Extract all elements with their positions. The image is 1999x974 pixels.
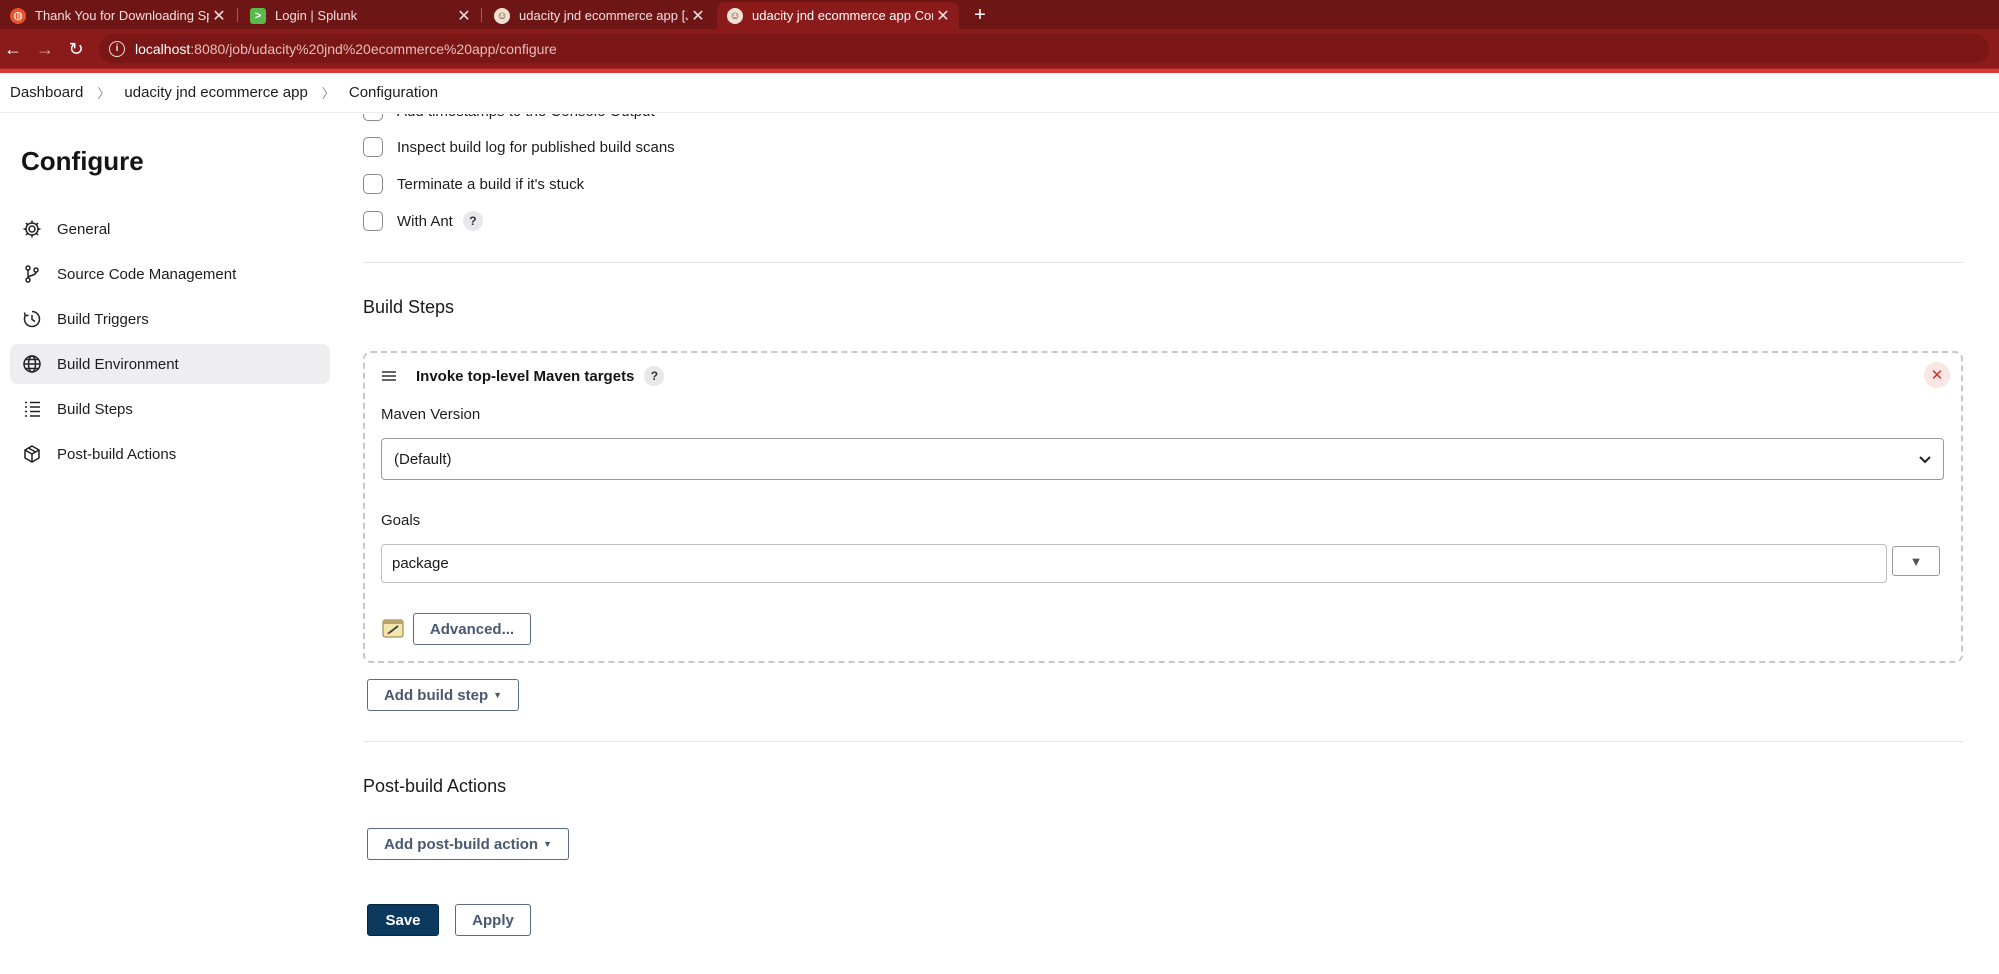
caret-down-icon: ▼ [493, 690, 503, 700]
url-input[interactable]: i localhost:8080/job/udacity%20jnd%20eco… [99, 34, 1989, 63]
maven-version-select[interactable]: (Default) [381, 438, 1944, 480]
package-icon [22, 444, 42, 464]
browser-tab[interactable]: > Login | Splunk ✕ [240, 2, 480, 29]
build-step-card [363, 351, 1963, 663]
sidebar-item-source-code-management[interactable]: Source Code Management [10, 254, 330, 294]
expand-goals-button[interactable]: ▼ [1892, 546, 1940, 576]
sidebar-item-build-triggers[interactable]: Build Triggers [10, 299, 330, 339]
breadcrumb-job[interactable]: udacity jnd ecommerce app [124, 84, 307, 101]
option-with-ant[interactable]: With Ant ? [363, 211, 483, 231]
browser-tab[interactable]: ◍ Thank You for Downloading Splu ✕ [0, 2, 235, 29]
close-icon[interactable]: ✕ [209, 6, 229, 26]
close-icon: ✕ [1930, 367, 1944, 384]
list-icon [22, 399, 42, 419]
sidebar-item-label: Build Steps [57, 400, 133, 418]
forward-arrow-icon[interactable]: → [33, 37, 57, 61]
sidebar-item-label: Source Code Management [57, 265, 237, 283]
browser-tab[interactable]: ☺ udacity jnd ecommerce app [Jenl ✕ [484, 2, 714, 29]
gear-icon [22, 219, 42, 239]
sidebar-item-build-environment[interactable]: Build Environment [10, 344, 330, 384]
sidebar-item-label: Build Environment [57, 355, 179, 373]
maven-version-label: Maven Version [381, 406, 481, 423]
info-icon[interactable]: i [109, 40, 125, 57]
advanced-button[interactable]: Advanced... [413, 613, 531, 645]
back-arrow-icon[interactable]: ← [1, 37, 25, 61]
globe-icon [22, 354, 42, 374]
close-icon[interactable]: ✕ [454, 6, 474, 26]
reload-icon[interactable]: ↻ [64, 37, 88, 61]
triangle-down-icon: ▼ [1909, 553, 1923, 569]
browser-tab-bar: ◍ Thank You for Downloading Splu ✕ > Log… [0, 0, 1999, 29]
checkbox[interactable] [363, 211, 383, 231]
browser-tab-active[interactable]: ☺ udacity jnd ecommerce app Conf ✕ [717, 2, 959, 29]
breadcrumb-configuration[interactable]: Configuration [349, 84, 438, 101]
breadcrumb-dashboard[interactable]: Dashboard [10, 84, 83, 101]
close-icon[interactable]: ✕ [933, 6, 953, 26]
help-icon[interactable]: ? [462, 211, 483, 231]
sidebar-item-label: Build Triggers [57, 310, 149, 328]
sidebar-item-general[interactable]: General [10, 209, 330, 249]
sidebar-item-label: General [57, 220, 111, 238]
save-button[interactable]: Save [367, 904, 439, 936]
close-icon[interactable]: ✕ [688, 6, 708, 26]
splunk-green-icon: > [250, 7, 266, 24]
jenkins-icon: ☺ [727, 7, 743, 24]
help-icon[interactable]: ? [644, 366, 665, 386]
breadcrumb: Dashboard 〉 udacity jnd ecommerce app 〉 … [0, 73, 1999, 113]
sidebar-item-label: Post-build Actions [57, 445, 177, 463]
goals-label: Goals [381, 512, 421, 529]
section-divider [363, 741, 1963, 742]
checkbox[interactable] [363, 137, 383, 157]
sidebar-item-build-steps[interactable]: Build Steps [10, 389, 330, 429]
chevron-down-icon [1919, 451, 1931, 468]
checkbox[interactable] [363, 174, 383, 194]
sidebar-item-post-build-actions[interactable]: Post-build Actions [10, 434, 330, 474]
build-step-title: Invoke top-level Maven targets ? [416, 366, 665, 386]
goals-input[interactable]: package [381, 544, 1887, 583]
delete-step-button[interactable]: ✕ [1924, 362, 1950, 388]
add-build-step-button[interactable]: Add build step ▼ [367, 679, 519, 711]
option-terminate-stuck-build[interactable]: Terminate a build if it's stuck [363, 174, 584, 194]
jenkins-icon: ☺ [494, 7, 510, 24]
splunk-orange-icon: ◍ [10, 7, 26, 24]
caret-down-icon: ▼ [543, 839, 553, 849]
branch-icon [22, 264, 42, 284]
add-post-build-action-button[interactable]: Add post-build action ▼ [367, 828, 569, 860]
notepad-icon [381, 617, 405, 639]
new-tab-button[interactable]: + [967, 2, 993, 28]
chevron-right-icon: 〉 [321, 86, 335, 101]
page-title: Configure [21, 146, 144, 176]
drag-handle-icon[interactable] [381, 368, 397, 384]
apply-button[interactable]: Apply [455, 904, 531, 936]
section-title-build-steps: Build Steps [363, 297, 455, 317]
section-title-post-build-actions: Post-build Actions [363, 776, 507, 796]
chevron-right-icon: 〉 [97, 86, 111, 101]
clock-icon [22, 309, 42, 329]
section-divider [363, 262, 1963, 263]
option-inspect-build-log[interactable]: Inspect build log for published build sc… [363, 137, 675, 157]
address-bar: ← → ↻ i localhost:8080/job/udacity%20jnd… [0, 29, 1999, 69]
